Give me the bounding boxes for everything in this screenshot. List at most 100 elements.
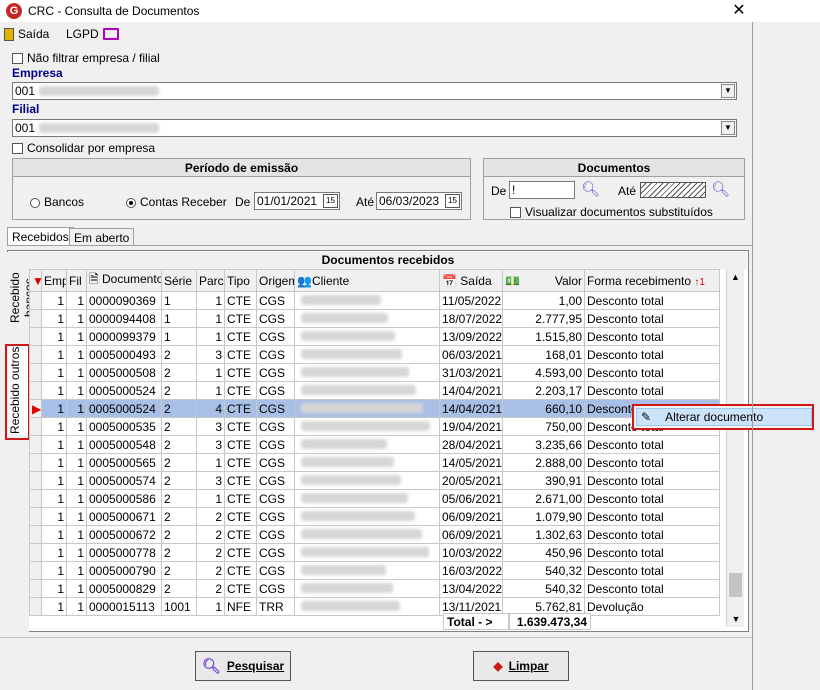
doc-from-input[interactable]: ! — [509, 181, 575, 199]
context-menu-item-alter-document[interactable]: ✎ Alterar documento — [636, 408, 812, 426]
redacted-client-name — [301, 294, 381, 305]
cell-fil: 1 — [66, 435, 87, 454]
redacted-client-name — [301, 510, 415, 521]
no-filter-checkbox[interactable]: Não filtrar empresa / filial — [12, 51, 160, 65]
table-row[interactable]: 1 1 0005000672 2 2 CTE CGS 06/09/2021 1.302,63 De… — [29, 525, 720, 544]
calendar-icon[interactable]: 15 — [445, 194, 460, 208]
scroll-thumb[interactable] — [729, 573, 742, 597]
show-substituted-checkbox-box[interactable] — [510, 207, 521, 219]
table-row[interactable]: 1 1 0005000790 2 2 CTE CGS 16/03/2022 540,32 Desc… — [29, 561, 720, 580]
cell-forma-recebimento: Desconto total — [584, 291, 720, 310]
side-tab-recebido-bancos[interactable]: Recebido bancos — [8, 254, 36, 342]
no-filter-checkbox-box[interactable] — [12, 53, 23, 65]
table-row[interactable]: 1 1 0005000548 2 3 CTE CGS 28/04/2021 3.235,66 De… — [29, 435, 720, 454]
cell-emp: 1 — [41, 381, 67, 400]
cell-cliente-redacted — [294, 471, 440, 490]
calendar-icon: 📅 — [442, 273, 457, 288]
table-row[interactable]: ▶ 1 1 0005000524 2 4 CTE CGS 14/04/2021 660,10 Des… — [29, 399, 720, 418]
scroll-up-icon[interactable]: ▲ — [727, 269, 744, 285]
chevron-down-icon[interactable]: ▼ — [721, 84, 735, 98]
side-tabs: Recebido bancos Recebido outros — [7, 252, 36, 632]
bancos-radio-button[interactable] — [30, 197, 40, 208]
filial-name-redacted — [39, 123, 160, 133]
doc-from-value: ! — [512, 183, 516, 197]
row-indicator — [29, 417, 42, 436]
search-icon[interactable]: 🔍︎ — [581, 180, 600, 198]
col-emp[interactable]: Emp — [41, 269, 67, 292]
cell-parc: 3 — [196, 345, 225, 364]
col-cliente[interactable]: 👥Cliente — [294, 269, 440, 292]
row-indicator — [29, 543, 42, 562]
filial-select[interactable]: 001 ▼ — [12, 119, 737, 137]
tab-em-aberto[interactable]: Em aberto — [69, 228, 135, 246]
people-icon: 👥 — [297, 273, 312, 288]
cell-tipo: CTE — [224, 453, 257, 472]
close-button[interactable]: ✕ — [728, 0, 750, 22]
grid-title: Documentos recebidos — [29, 252, 747, 269]
cell-origem: CGS — [256, 507, 295, 526]
cell-forma-recebimento: Desconto total — [584, 561, 720, 580]
cell-parc: 1 — [196, 291, 225, 310]
consolidate-checkbox[interactable]: Consolidar por empresa — [12, 141, 155, 155]
cell-forma-recebimento: Desconto total — [584, 309, 720, 328]
period-from-input[interactable]: 01/01/2021 15 — [254, 192, 340, 210]
col-serie[interactable]: Série — [161, 269, 197, 292]
row-indicator — [29, 561, 42, 580]
contas-receber-radio[interactable]: Contas Receber — [126, 195, 227, 209]
cell-forma-recebimento: Desconto total — [584, 543, 720, 562]
show-substituted-checkbox[interactable]: Visualizar documentos substituídos — [510, 205, 713, 219]
col-parc[interactable]: Parc — [196, 269, 225, 292]
table-row[interactable]: 1 1 0000015113 1001 1 NFE TRR 13/11/2021 5.762,8… — [29, 597, 720, 616]
period-to-input[interactable]: 06/03/2023 15 — [376, 192, 462, 210]
col-tipo[interactable]: Tipo — [224, 269, 257, 292]
col-fil[interactable]: Fil — [66, 269, 87, 292]
cell-serie: 2 — [161, 471, 197, 490]
table-row[interactable]: 1 1 0005000508 2 1 CTE CGS 31/03/2021 4.593,00 De… — [29, 363, 720, 382]
col-forma-recebimento[interactable]: Forma recebimento ↑1 — [584, 269, 720, 292]
filial-label: Filial — [12, 102, 40, 116]
calendar-icon[interactable]: 15 — [323, 194, 338, 208]
col-documento[interactable]: 🗎 Documento — [86, 269, 162, 292]
table-row[interactable]: 1 1 0005000586 2 1 CTE CGS 05/06/2021 2.671,00 De… — [29, 489, 720, 508]
consolidate-checkbox-box[interactable] — [12, 143, 23, 155]
cell-fil: 1 — [66, 291, 87, 310]
exit-button[interactable]: Saída — [4, 26, 49, 42]
table-row[interactable]: 1 1 0005000778 2 2 CTE CGS 10/03/2022 450,96 Desc… — [29, 543, 720, 562]
cell-origem: CGS — [256, 417, 295, 436]
col-valor-label: Valor — [554, 273, 582, 288]
table-row[interactable]: 1 1 0005000574 2 3 CTE CGS 20/05/2021 390,91 Desc… — [29, 471, 720, 490]
cell-emp: 1 — [41, 489, 67, 508]
cell-emp: 1 — [41, 291, 67, 310]
row-indicator — [29, 327, 42, 346]
scroll-down-icon[interactable]: ▼ — [727, 611, 745, 627]
doc-to-input[interactable] — [640, 182, 706, 198]
chevron-down-icon[interactable]: ▼ — [721, 121, 735, 135]
cell-forma-recebimento: Devolução — [584, 597, 720, 616]
vertical-scrollbar[interactable]: ▲ ▼ — [726, 269, 744, 627]
lgpd-button[interactable]: LGPD — [66, 26, 119, 42]
table-row[interactable]: 1 1 0000094408 1 1 CTE CGS 18/07/2022 2.777,95 De… — [29, 309, 720, 328]
table-row[interactable]: 1 1 0005000671 2 2 CTE CGS 06/09/2021 1.079,90 De… — [29, 507, 720, 526]
clear-button[interactable]: ◆ Limpar — [473, 651, 569, 681]
bancos-radio[interactable]: Bancos — [30, 195, 84, 209]
table-row[interactable]: 1 1 0000099379 1 1 CTE CGS 13/09/2022 1.515,80 De… — [29, 327, 720, 346]
col-saida[interactable]: 📅 Saída — [439, 269, 503, 292]
tab-recebidos[interactable]: Recebidos — [7, 227, 74, 245]
table-row[interactable]: 1 1 0005000565 2 1 CTE CGS 14/05/2021 2.888,00 De… — [29, 453, 720, 472]
contas-receber-radio-button[interactable] — [126, 197, 136, 208]
cell-saida: 14/04/2021 — [439, 399, 503, 418]
col-origem[interactable]: Origem — [256, 269, 295, 292]
table-row[interactable]: 1 1 0005000829 2 2 CTE CGS 13/04/2022 540,32 Desc… — [29, 579, 720, 598]
col-valor[interactable]: 💵 Valor — [502, 269, 585, 292]
search-icon[interactable]: 🔍︎ — [711, 180, 730, 198]
cell-origem: CGS — [256, 327, 295, 346]
table-row[interactable]: 1 1 0005000493 2 3 CTE CGS 06/03/2021 168,01 Desc… — [29, 345, 720, 364]
cell-serie: 2 — [161, 381, 197, 400]
table-row[interactable]: 1 1 0005000535 2 3 CTE CGS 19/04/2021 750,00 Desc… — [29, 417, 720, 436]
period-group: Período de emissão — [12, 158, 471, 220]
table-row[interactable]: 1 1 0005000524 2 1 CTE CGS 14/04/2021 2.203,17 De… — [29, 381, 720, 400]
empresa-select[interactable]: 001 ▼ — [12, 82, 737, 100]
table-row[interactable]: 1 1 0000090369 1 1 CTE CGS 11/05/2022 1,00 Descon… — [29, 291, 720, 310]
cell-valor: 750,00 — [502, 417, 585, 436]
search-button[interactable]: 🔍︎ Pesquisar — [195, 651, 291, 681]
